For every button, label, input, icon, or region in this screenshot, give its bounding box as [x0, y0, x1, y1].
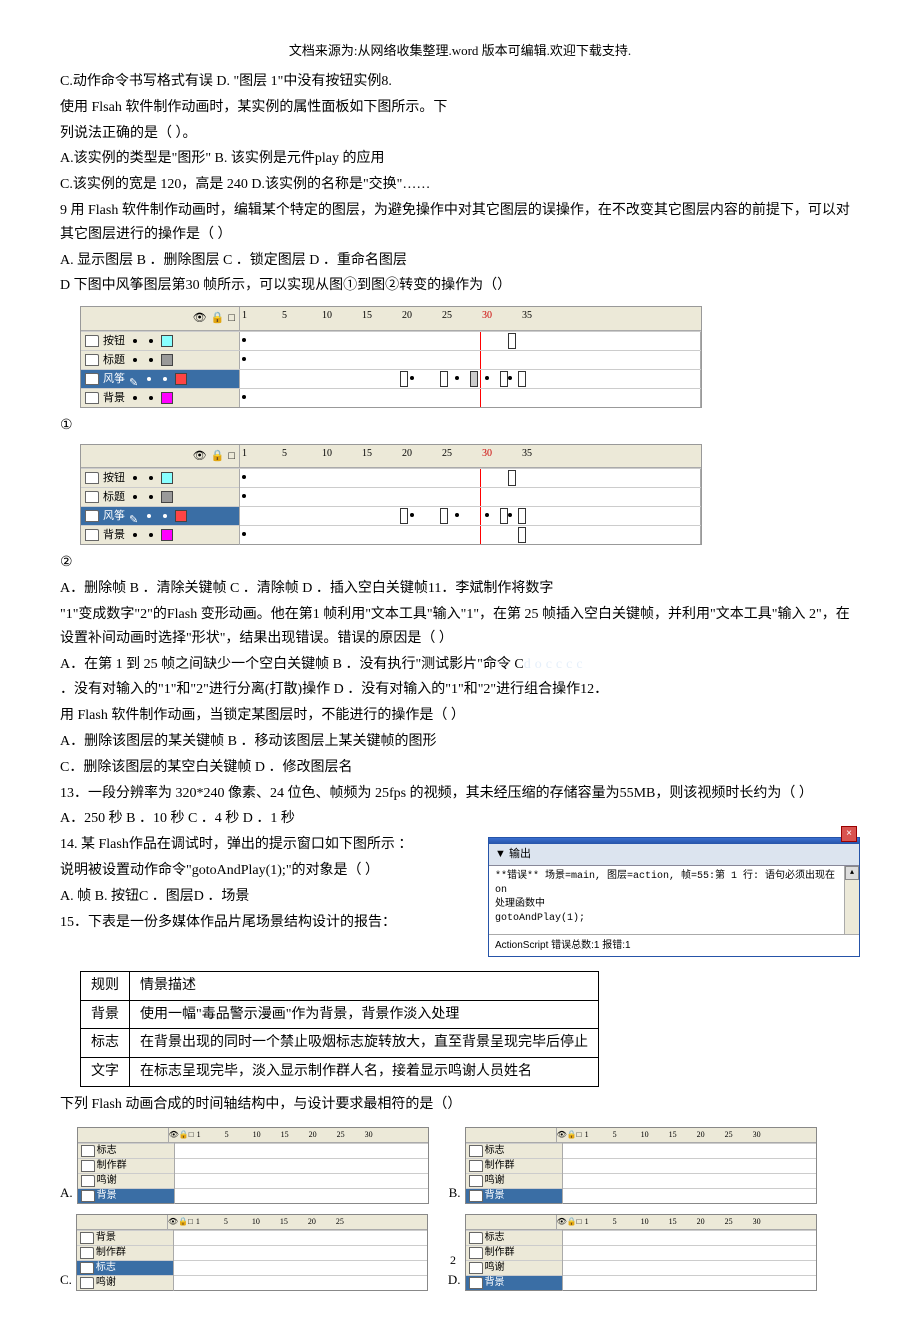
lock-icon: 🔒: [211, 447, 225, 466]
output-tab: ▼ 输出: [489, 844, 859, 866]
q9-stem: 9 用 Flash 软件制作动画时，编辑某个特定的图层，为避免操作中对其它图层的…: [60, 199, 860, 247]
timeline-image-1: 👁 🔒 □ 15101520253035 按钮 标题 风筝✎ 背景: [80, 306, 702, 408]
q11-line1: A．删除帧 B ．清除关键帧 C ．清除帧 D ．插入空白关键帧11．李斌制作将…: [60, 577, 860, 601]
mini-timeline-d: 👁🔒□151015202530 标志 制作群 鸣谢 背景: [465, 1214, 817, 1291]
layer-row: 背景: [81, 525, 701, 544]
option-label-a: A.: [60, 1182, 73, 1204]
layer-row: 按钮: [81, 468, 701, 487]
q7-option-cd: C.动作命令书写格式有误 D. "图层 1"中没有按钮实例8.: [60, 70, 860, 94]
flash-output-panel: × ▼ 输出 **错误** 场景=main, 图层=action, 帧=55:第…: [488, 837, 860, 957]
layer-row: 标题: [81, 487, 701, 506]
page-number: 2: [450, 1250, 456, 1270]
eye-icon: 👁: [193, 447, 207, 466]
q12-option-cd: C．删除该图层的某空白关键帧 D ．修改图层名: [60, 756, 860, 780]
q8-stem-2: 列说法正确的是（ ）。: [60, 122, 860, 146]
q8-option-ab: A.该实例的类型是"图形" B. 该实例是元件play 的应用: [60, 147, 860, 171]
error-line: gotoAndPlay(1);: [495, 912, 853, 926]
q8-stem-1: 使用 Flsah 软件制作动画时，某实例的属性面板如下图所示。下: [60, 96, 860, 120]
error-footer: ActionScript 错误总数:1 报错:1: [489, 934, 859, 956]
q13-options: A．250 秒 B ．10 秒 C ．4 秒 D ．1 秒: [60, 807, 860, 831]
header-note: 文档来源为:从网络收集整理.word 版本可编辑.欢迎下载支持.: [60, 40, 860, 62]
label-circled-2: ②: [60, 551, 73, 575]
outline-icon: □: [228, 447, 235, 466]
option-label-b: B.: [449, 1182, 461, 1204]
layer-row: 背景: [81, 388, 701, 407]
option-label-d: D.: [448, 1269, 461, 1291]
q11-option-ab: A．在第 1 到 25 帧之间缺少一个空白关键帧 B ．没有执行"测试影片"命令…: [60, 653, 860, 677]
scene-table: 规则情景描述 背景使用一幅"毒品警示漫画"作为背景，背景作淡入处理 标志在背景出…: [80, 971, 599, 1087]
error-line: 处理函数中: [495, 898, 853, 912]
layer-row-selected: 风筝✎: [81, 506, 701, 525]
mini-timeline-a: 👁🔒□151015202530 标志 制作群 鸣谢 背景: [77, 1127, 429, 1204]
timeline-ruler: 15101520253035: [240, 307, 701, 324]
q12-stem: 用 Flash 软件制作动画，当锁定某图层时，不能进行的操作是（ ）: [60, 704, 860, 728]
q8-option-cd: C.该实例的宽是 120，高是 240 D.该实例的名称是"交换"……: [60, 173, 860, 197]
watermark: docccc: [524, 657, 587, 672]
timeline-image-2: 👁 🔒 □ 15101520253035 按钮 标题 风筝✎ 背景: [80, 444, 702, 546]
label-circled-1: ①: [60, 414, 73, 438]
layer-row-selected: 风筝✎: [81, 369, 701, 388]
q15-after: 下列 Flash 动画合成的时间轴结构中，与设计要求最相符的是（）: [60, 1093, 860, 1117]
q11-option-cd: ．没有对输入的"1"和"2"进行分离(打散)操作 D ．没有对输入的"1"和"2…: [60, 678, 860, 702]
scrollbar: ▴: [844, 866, 859, 934]
q10-stem: D 下图中风筝图层第30 帧所示，可以实现从图①到图②转变的操作为（）: [60, 274, 860, 298]
lock-icon: 🔒: [211, 309, 225, 328]
eye-icon: 👁: [193, 309, 207, 328]
outline-icon: □: [228, 309, 235, 328]
error-line: **错误** 场景=main, 图层=action, 帧=55:第 1 行: 语…: [495, 870, 853, 898]
q11-line2: "1"变成数字"2"的Flash 变形动画。他在第1 帧利用"文本工具"输入"1…: [60, 603, 860, 651]
mini-timeline-b: 👁🔒□151015202530 标志 制作群 鸣谢 背景: [465, 1127, 817, 1204]
timeline-ruler: 15101520253035: [240, 445, 701, 462]
q9-options: A. 显示图层 B ．删除图层 C ．锁定图层 D ．重命名图层: [60, 249, 860, 273]
q13-stem: 13．一段分辨率为 320*240 像素、24 位色、帧频为 25fps 的视频…: [60, 782, 860, 806]
layer-row: 按钮: [81, 331, 701, 350]
option-label-c: C.: [60, 1269, 72, 1291]
q12-option-ab: A．删除该图层的某关键帧 B ．移动该图层上某关键帧的图形: [60, 730, 860, 754]
close-icon: ×: [841, 826, 857, 842]
mini-timeline-c: 👁🔒□1510152025 背景 制作群 标志 鸣谢: [76, 1214, 428, 1291]
layer-row: 标题: [81, 350, 701, 369]
